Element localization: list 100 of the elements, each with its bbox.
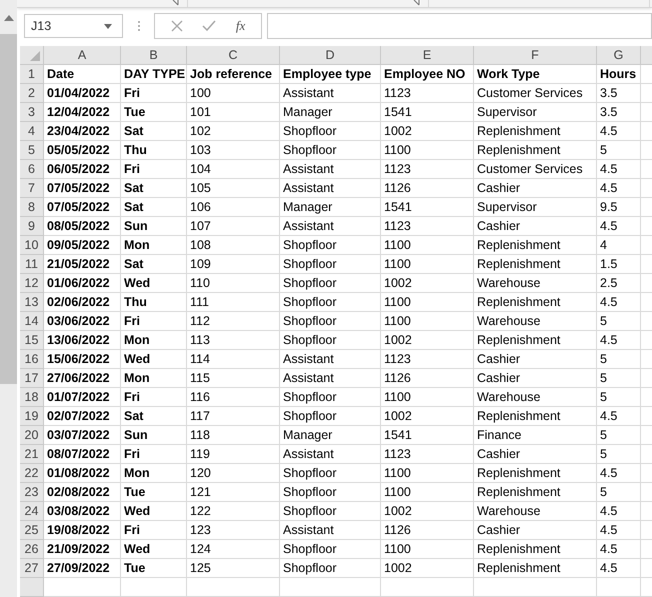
table-cell: 5	[597, 141, 641, 160]
table-cell: 08/05/2022	[44, 217, 121, 236]
row-header[interactable]: 10	[20, 236, 44, 255]
row-header[interactable]: 14	[20, 312, 44, 331]
table-cell: Shopfloor	[280, 559, 381, 578]
table-cell: 119	[187, 445, 280, 464]
table-cell: 5	[597, 369, 641, 388]
row-header[interactable]: 19	[20, 407, 44, 426]
table-cell: Sat	[121, 255, 187, 274]
table-cell: Replenishment	[474, 122, 597, 141]
row-header[interactable]: 3	[20, 103, 44, 122]
table-cell: 07/05/2022	[44, 198, 121, 217]
table-cell: 115	[187, 369, 280, 388]
table-cell: Date	[44, 65, 121, 84]
column-header[interactable]: G	[597, 46, 641, 65]
column-header[interactable]: C	[187, 46, 280, 65]
table-cell: Fri	[121, 521, 187, 540]
table-cell: Replenishment	[474, 483, 597, 502]
table-cell: 4.5	[597, 407, 641, 426]
table-cell: Employee type	[280, 65, 381, 84]
column-header[interactable]: A	[44, 46, 121, 65]
table-cell: 12/04/2022	[44, 103, 121, 122]
table-cell: Warehouse	[474, 388, 597, 407]
check-icon[interactable]	[202, 20, 216, 32]
table-cell: 27/06/2022	[44, 369, 121, 388]
table-cell: 5	[597, 388, 641, 407]
column-header[interactable]: B	[121, 46, 187, 65]
row-header[interactable]	[20, 578, 44, 597]
table-cell: 4.5	[597, 331, 641, 350]
row-header[interactable]: 24	[20, 502, 44, 521]
column-header[interactable]: D	[280, 46, 381, 65]
row-header[interactable]: 26	[20, 540, 44, 559]
scrollbar[interactable]	[0, 0, 17, 597]
select-all-button[interactable]	[20, 46, 44, 65]
table-cell: 109	[187, 255, 280, 274]
table-cell: 03/06/2022	[44, 312, 121, 331]
table-cell: Shopfloor	[280, 141, 381, 160]
column-header[interactable]: E	[381, 46, 474, 65]
row-header[interactable]: 6	[20, 160, 44, 179]
table-cell: Thu	[121, 141, 187, 160]
insert-function-button[interactable]: fx	[236, 18, 246, 34]
table-cell: 1123	[381, 217, 474, 236]
column-header[interactable]: F	[474, 46, 597, 65]
row-header[interactable]: 1	[20, 65, 44, 84]
scrollbar-thumb[interactable]	[0, 34, 17, 384]
table-cell: 05/05/2022	[44, 141, 121, 160]
table-cell: Customer Services	[474, 84, 597, 103]
table-cell: 4	[597, 236, 641, 255]
table-cell: Shopfloor	[280, 122, 381, 141]
table-cell: 1126	[381, 521, 474, 540]
dialog-launcher-icon[interactable]	[412, 0, 420, 6]
dropdown-caret-icon[interactable]	[104, 24, 112, 29]
table-cell: 02/06/2022	[44, 293, 121, 312]
dialog-launcher-icon[interactable]	[171, 0, 179, 6]
row-header[interactable]: 23	[20, 483, 44, 502]
row-header[interactable]: 22	[20, 464, 44, 483]
row-header[interactable]: 27	[20, 559, 44, 578]
table-cell: 101	[187, 103, 280, 122]
row-header[interactable]: 12	[20, 274, 44, 293]
table-cell: Replenishment	[474, 464, 597, 483]
table-cell: 1541	[381, 426, 474, 445]
row-header[interactable]: 25	[20, 521, 44, 540]
table-cell: Cashier	[474, 350, 597, 369]
row-header[interactable]: 21	[20, 445, 44, 464]
table-cell: Warehouse	[474, 274, 597, 293]
row-header[interactable]: 13	[20, 293, 44, 312]
row-header[interactable]: 18	[20, 388, 44, 407]
table-cell: 5	[597, 483, 641, 502]
table-cell: Replenishment	[474, 141, 597, 160]
row-header[interactable]: 11	[20, 255, 44, 274]
row-header[interactable]: 16	[20, 350, 44, 369]
table-cell: Assistant	[280, 445, 381, 464]
table-cell: 01/04/2022	[44, 84, 121, 103]
table-cell: 3.5	[597, 84, 641, 103]
table-cell: 03/08/2022	[44, 502, 121, 521]
cancel-icon[interactable]	[170, 20, 183, 32]
row-header[interactable]: 15	[20, 331, 44, 350]
table-cell: 1002	[381, 559, 474, 578]
table-cell: 1123	[381, 84, 474, 103]
name-box[interactable]: J13	[24, 14, 123, 38]
table-cell: Replenishment	[474, 331, 597, 350]
table-cell: Supervisor	[474, 198, 597, 217]
formula-input[interactable]	[267, 13, 652, 40]
row-header[interactable]: 4	[20, 122, 44, 141]
table-cell: 21/09/2022	[44, 540, 121, 559]
table-cell: Assistant	[280, 160, 381, 179]
row-header[interactable]: 8	[20, 198, 44, 217]
table-cell: Tue	[121, 103, 187, 122]
select-all-icon[interactable]	[30, 51, 40, 61]
row-header[interactable]: 5	[20, 141, 44, 160]
table-cell: 103	[187, 141, 280, 160]
table-cell: 3.5	[597, 103, 641, 122]
row-header[interactable]: 9	[20, 217, 44, 236]
scroll-up-icon[interactable]	[4, 15, 14, 21]
empty-cell	[121, 578, 187, 597]
table-cell: Fri	[121, 84, 187, 103]
row-header[interactable]: 20	[20, 426, 44, 445]
row-header[interactable]: 2	[20, 84, 44, 103]
row-header[interactable]: 7	[20, 179, 44, 198]
row-header[interactable]: 17	[20, 369, 44, 388]
